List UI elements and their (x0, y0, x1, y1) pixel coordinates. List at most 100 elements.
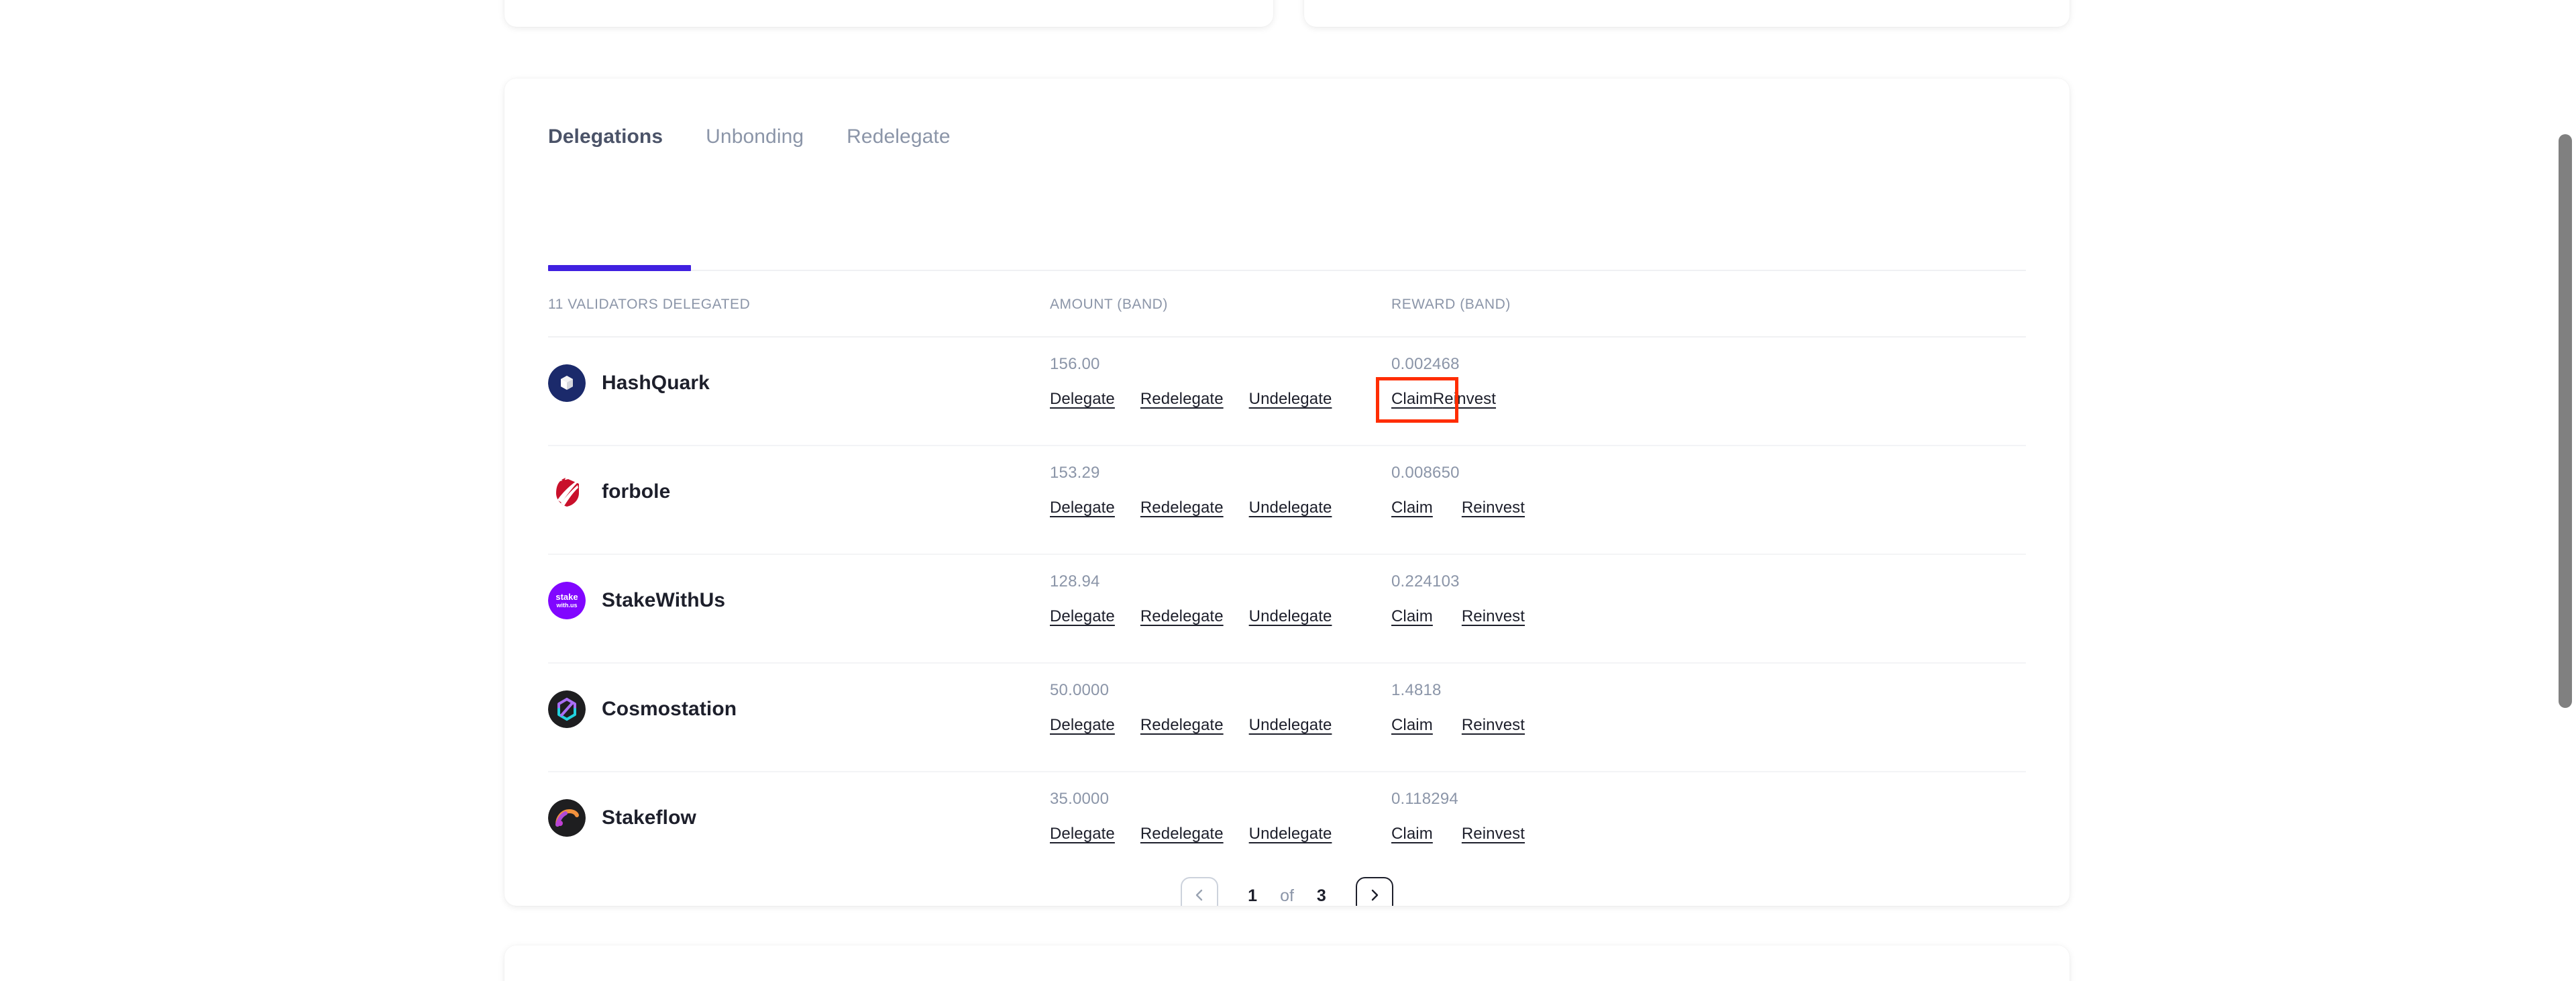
column-header-reward: REWARD (BAND) (1391, 297, 1511, 312)
hashquark-logo-icon (548, 364, 586, 402)
claim-link[interactable]: Claim (1391, 825, 1433, 843)
reward-cell: 0.008650 Claim Reinvest (1391, 464, 1525, 517)
reward-value: 0.118294 (1391, 790, 1458, 808)
card-above-right (1304, 0, 2070, 27)
scrollbar-thumb[interactable] (2559, 134, 2572, 708)
chevron-right-icon (1368, 888, 1381, 904)
chevron-left-icon (1193, 888, 1206, 904)
amount-value: 128.94 (1050, 572, 1100, 590)
reward-cell: 0.002468 Claim Reinvest (1376, 355, 1496, 423)
delegate-link[interactable]: Delegate (1050, 499, 1115, 517)
amount-cell: 128.94 Delegate Redelegate Undelegate (1050, 572, 1332, 626)
amount-cell: 156.00 Delegate Redelegate Undelegate (1050, 355, 1332, 409)
reward-value: 0.002468 (1391, 355, 1460, 373)
reward-actions: Claim Reinvest (1391, 607, 1525, 626)
amount-cell: 50.0000 Delegate Redelegate Undelegate (1050, 681, 1332, 735)
reward-value: 1.4818 (1391, 681, 1442, 699)
validator-name: HashQuark (602, 372, 710, 394)
column-header-validators: 11 VALIDATORS DELEGATED (548, 297, 751, 312)
current-page-number: 1 (1248, 886, 1258, 905)
delegate-link[interactable]: Delegate (1050, 825, 1115, 843)
amount-actions: Delegate Redelegate Undelegate (1050, 825, 1332, 843)
table-row: Stakeflow 35.0000 Delegate Redelegate Un… (548, 772, 2026, 881)
validator-name: Cosmostation (602, 698, 737, 720)
cosmostation-logo-icon (548, 690, 586, 728)
reward-actions: Claim Reinvest (1376, 377, 1496, 423)
validator-name: forbole (602, 480, 671, 503)
table-row: stake with.us StakeWithUs 128.94 Delegat… (548, 555, 2026, 664)
claim-link[interactable]: Claim (1391, 607, 1433, 626)
page-root: Delegations Unbonding Redelegate 11 VALI… (0, 0, 2576, 981)
card-above-left (504, 0, 1273, 27)
validator-cell[interactable]: HashQuark (548, 364, 710, 402)
amount-cell: 35.0000 Delegate Redelegate Undelegate (1050, 790, 1332, 843)
redelegate-link[interactable]: Redelegate (1140, 499, 1224, 517)
undelegate-link[interactable]: Undelegate (1249, 390, 1332, 409)
undelegate-link[interactable]: Undelegate (1249, 499, 1332, 517)
delegate-link[interactable]: Delegate (1050, 607, 1115, 626)
svg-text:with.us: with.us (556, 602, 578, 609)
reinvest-link[interactable]: Reinvest (1462, 825, 1525, 843)
pagination: 1 of 3 (504, 877, 2070, 906)
amount-value: 35.0000 (1050, 790, 1110, 808)
card-below (504, 945, 2070, 981)
page-of-label: of (1280, 886, 1294, 905)
delegate-link[interactable]: Delegate (1050, 716, 1115, 735)
amount-cell: 153.29 Delegate Redelegate Undelegate (1050, 464, 1332, 517)
validator-name: StakeWithUs (602, 589, 726, 611)
previous-page-button[interactable] (1181, 877, 1219, 906)
tab-divider (548, 270, 2026, 271)
claim-link-wrapper: Claim (1376, 377, 1458, 423)
delegations-card: Delegations Unbonding Redelegate 11 VALI… (504, 79, 2070, 906)
stakewithus-logo-icon: stake with.us (548, 582, 586, 619)
reward-value: 0.224103 (1391, 572, 1460, 590)
reward-value: 0.008650 (1391, 464, 1460, 482)
undelegate-link[interactable]: Undelegate (1249, 716, 1332, 735)
reward-cell: 0.118294 Claim Reinvest (1391, 790, 1525, 843)
tab-delegations[interactable]: Delegations (548, 127, 663, 147)
delegate-link[interactable]: Delegate (1050, 390, 1115, 409)
undelegate-link[interactable]: Undelegate (1249, 607, 1332, 626)
amount-actions: Delegate Redelegate Undelegate (1050, 390, 1332, 409)
reward-actions: Claim Reinvest (1391, 499, 1525, 517)
amount-value: 50.0000 (1050, 681, 1110, 699)
delegations-table-body: HashQuark 156.00 Delegate Redelegate Und… (548, 338, 2026, 881)
reinvest-link[interactable]: Reinvest (1462, 716, 1525, 735)
column-header-amount: AMOUNT (BAND) (1050, 297, 1168, 312)
stakeflow-logo-icon (548, 799, 586, 837)
scrollbar-track[interactable] (2554, 0, 2576, 981)
table-row: Cosmostation 50.0000 Delegate Redelegate… (548, 664, 2026, 772)
next-page-button[interactable] (1355, 877, 1393, 906)
validator-cell[interactable]: Stakeflow (548, 799, 696, 837)
undelegate-link[interactable]: Undelegate (1249, 825, 1332, 843)
reward-actions: Claim Reinvest (1391, 825, 1525, 843)
validator-name: Stakeflow (602, 807, 696, 829)
table-header-row: 11 VALIDATORS DELEGATED AMOUNT (BAND) RE… (548, 297, 2026, 333)
svg-text:stake: stake (555, 592, 578, 602)
reinvest-link[interactable]: Reinvest (1462, 607, 1525, 626)
validator-cell[interactable]: Cosmostation (548, 690, 737, 728)
reinvest-link[interactable]: Reinvest (1433, 390, 1496, 409)
tab-unbonding[interactable]: Unbonding (706, 127, 804, 147)
forbole-logo-icon (548, 473, 586, 511)
redelegate-link[interactable]: Redelegate (1140, 825, 1224, 843)
tab-bar: Delegations Unbonding Redelegate (548, 127, 994, 147)
table-row: forbole 153.29 Delegate Redelegate Undel… (548, 446, 2026, 555)
claim-link[interactable]: Claim (1391, 499, 1433, 517)
validator-cell[interactable]: forbole (548, 473, 670, 511)
tab-redelegate[interactable]: Redelegate (847, 127, 950, 147)
claim-link[interactable]: Claim (1391, 716, 1433, 735)
amount-actions: Delegate Redelegate Undelegate (1050, 716, 1332, 735)
amount-actions: Delegate Redelegate Undelegate (1050, 607, 1332, 626)
total-page-number: 3 (1316, 886, 1326, 905)
redelegate-link[interactable]: Redelegate (1140, 607, 1224, 626)
claim-link[interactable]: Claim (1391, 390, 1433, 409)
validator-cell[interactable]: stake with.us StakeWithUs (548, 582, 725, 619)
redelegate-link[interactable]: Redelegate (1140, 390, 1224, 409)
reinvest-link[interactable]: Reinvest (1462, 499, 1525, 517)
redelegate-link[interactable]: Redelegate (1140, 716, 1224, 735)
reward-actions: Claim Reinvest (1391, 716, 1525, 735)
reward-cell: 1.4818 Claim Reinvest (1391, 681, 1525, 735)
amount-actions: Delegate Redelegate Undelegate (1050, 499, 1332, 517)
active-tab-underline (548, 265, 691, 271)
